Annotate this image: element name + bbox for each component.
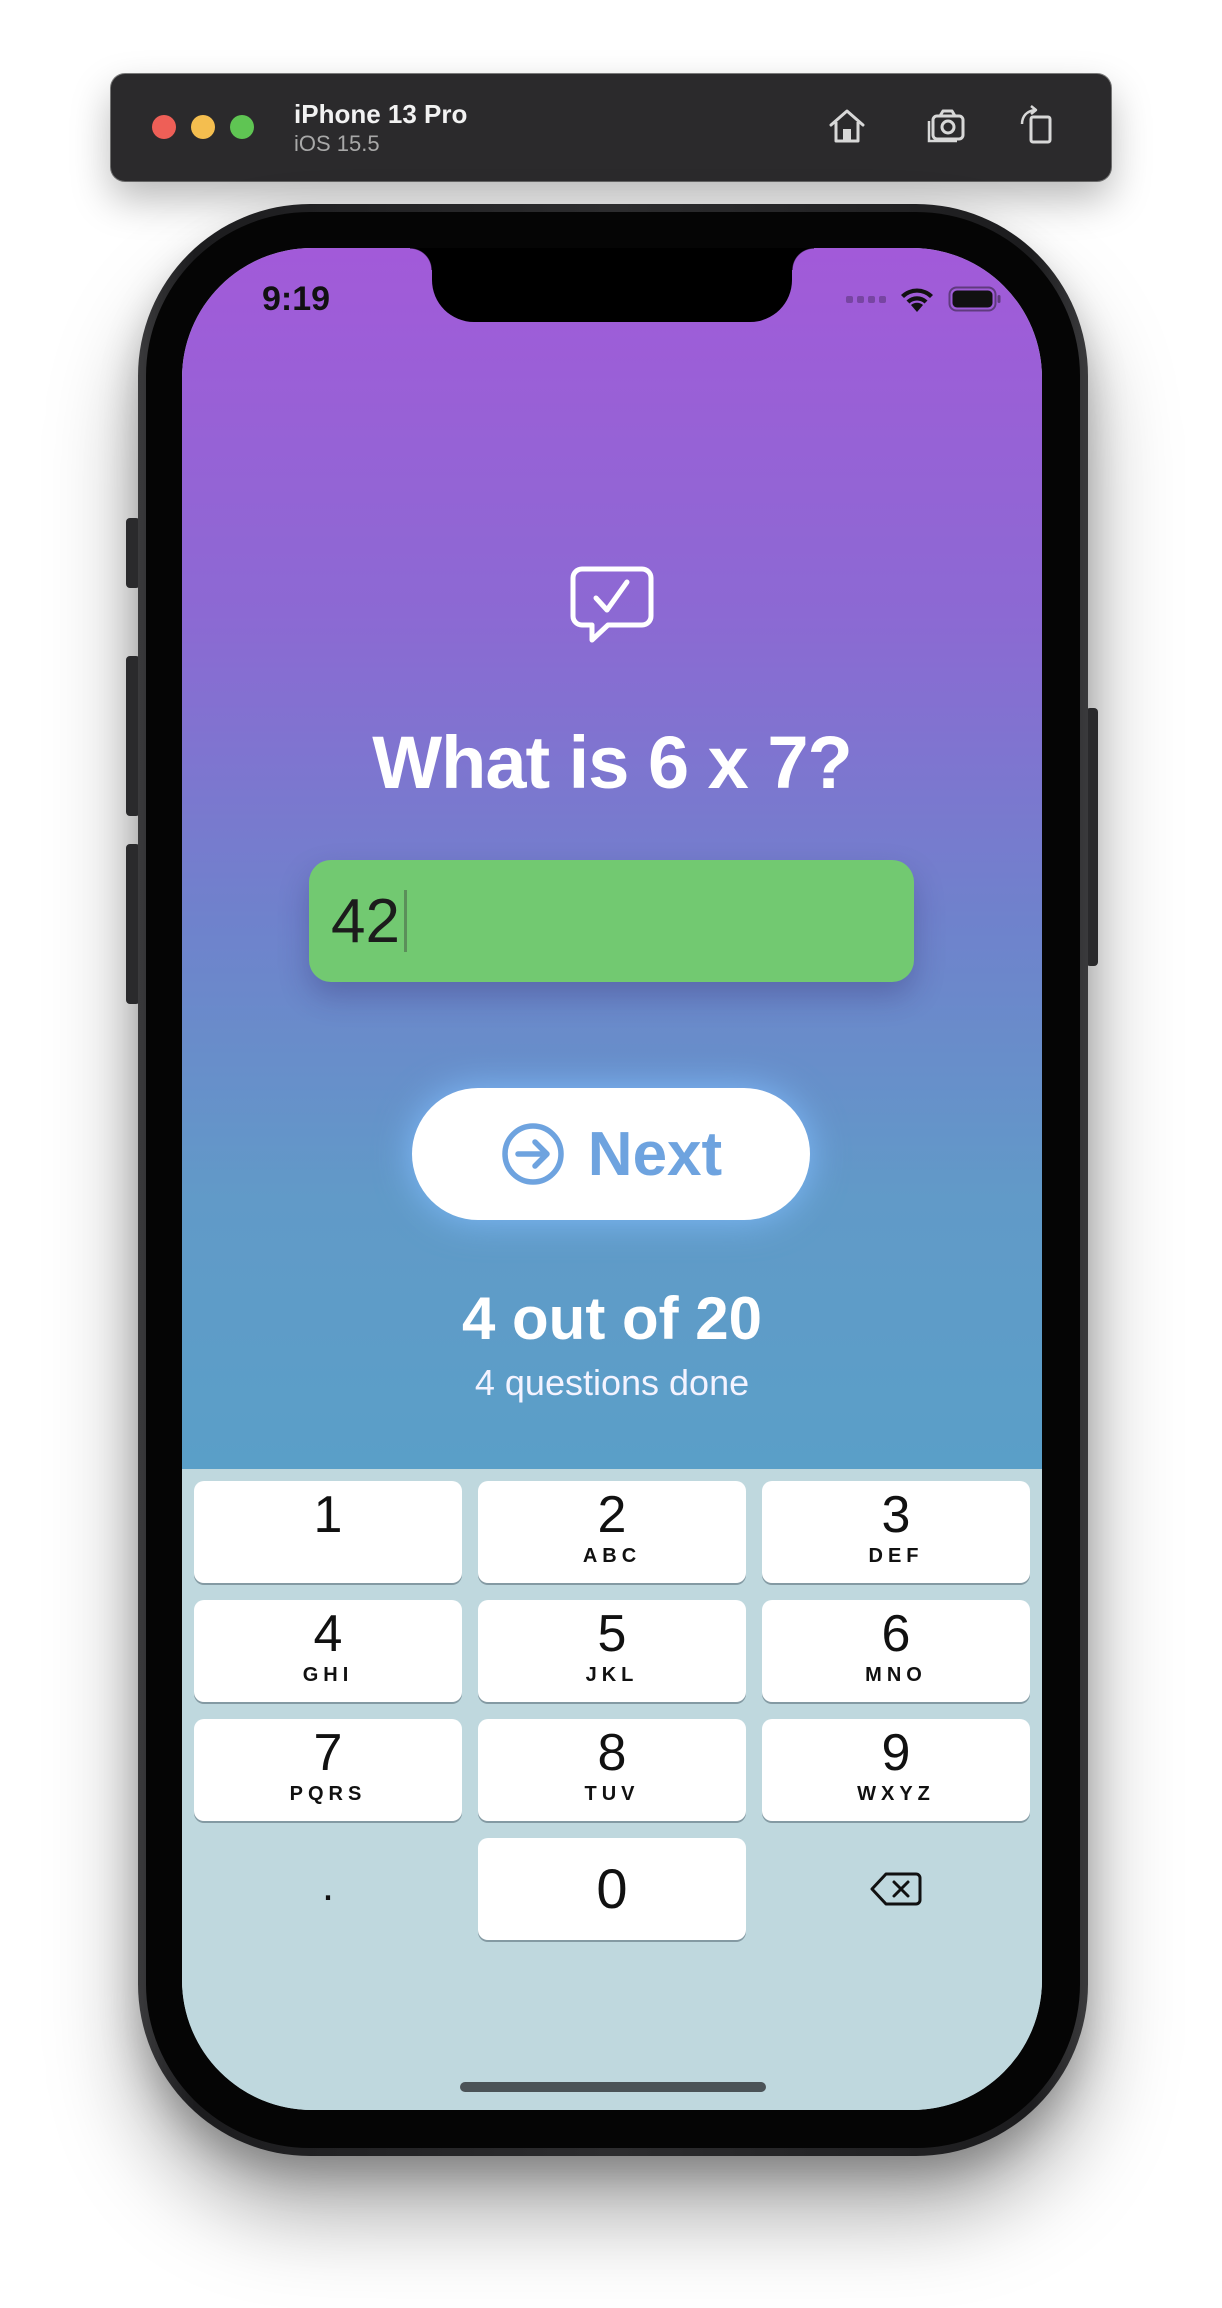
key-7[interactable]: 7 PQRS — [194, 1719, 462, 1821]
notch — [410, 248, 814, 322]
rotate-icon — [1020, 105, 1052, 144]
key-digit: 3 — [881, 1486, 911, 1544]
screenshot-icon — [927, 109, 965, 143]
key-digit: 0 — [596, 1857, 628, 1920]
key-5[interactable]: 5 JKL — [478, 1600, 746, 1702]
question-title: What is 6 x 7? — [372, 721, 852, 804]
screenshot-button[interactable] — [923, 102, 971, 150]
key-0[interactable]: 0 — [478, 1838, 746, 1940]
home-button[interactable] — [823, 102, 871, 150]
battery-icon — [948, 286, 1001, 312]
progress-subtitle: 4 questions done — [474, 1362, 750, 1403]
answer-value: 42 — [331, 886, 400, 956]
key-letters: GHI — [302, 1664, 354, 1686]
next-button[interactable]: Next — [412, 1088, 810, 1220]
key-letters: DEF — [868, 1545, 924, 1567]
simulator-titles: iPhone 13 Pro iOS 15.5 — [294, 98, 467, 158]
rotate-button[interactable] — [1014, 102, 1062, 150]
minimize-window-button[interactable] — [191, 115, 215, 139]
key-letters: PQRS — [289, 1783, 367, 1805]
wifi-icon — [901, 288, 933, 312]
text-cursor — [403, 890, 407, 952]
quiz-view: 9:19 What is 6 x 7? 42 Next 4 out of 20 … — [182, 248, 1042, 1469]
key-1[interactable]: 1 — [194, 1481, 462, 1583]
key-letters: WXYZ — [857, 1783, 935, 1805]
number-keypad: 1 2 ABC 3 DEF 4 GHI 5 JKL 6 MNO 7 PQRS 8… — [182, 1469, 1042, 2110]
key-3[interactable]: 3 DEF — [762, 1481, 1030, 1583]
arrow-circle-right-icon — [502, 1123, 564, 1185]
phone-screen: 9:19 What is 6 x 7? 42 Next 4 out of 20 … — [182, 248, 1042, 2110]
simulator-window: iPhone 13 Pro iOS 15.5 9:19 What is 6 x … — [0, 0, 1222, 2308]
status-time: 9:19 — [262, 280, 331, 318]
key-letters: JKL — [585, 1664, 639, 1686]
key-letters: MNO — [865, 1664, 927, 1686]
zoom-window-button[interactable] — [230, 115, 254, 139]
close-window-button[interactable] — [152, 115, 176, 139]
signal-dots-icon — [846, 295, 886, 303]
key-9[interactable]: 9 WXYZ — [762, 1719, 1030, 1821]
key-delete[interactable] — [762, 1838, 1030, 1940]
key-letters: TUV — [584, 1783, 640, 1805]
key-digit: 1 — [313, 1486, 343, 1544]
os-version: iOS 15.5 — [294, 131, 380, 156]
key-digit: 8 — [597, 1724, 627, 1782]
device-name: iPhone 13 Pro — [294, 99, 468, 129]
key-digit: 9 — [881, 1724, 911, 1782]
next-button-label: Next — [587, 1119, 723, 1189]
home-icon — [829, 109, 865, 143]
key-digit: 6 — [881, 1605, 911, 1663]
key-4[interactable]: 4 GHI — [194, 1600, 462, 1702]
key-decimal[interactable]: . — [194, 1838, 462, 1940]
key-digit: 2 — [597, 1486, 627, 1544]
status-icons — [846, 284, 1002, 314]
key-digit: 5 — [597, 1605, 627, 1663]
progress-title: 4 out of 20 — [461, 1285, 763, 1352]
answer-input[interactable]: 42 — [309, 860, 914, 982]
delete-backspace-icon — [870, 1872, 922, 1906]
key-digit: 7 — [313, 1724, 343, 1782]
home-indicator — [460, 2082, 766, 2092]
key-8[interactable]: 8 TUV — [478, 1719, 746, 1821]
key-6[interactable]: 6 MNO — [762, 1600, 1030, 1702]
key-digit: 4 — [313, 1605, 343, 1663]
key-letters: ABC — [582, 1545, 642, 1567]
key-decimal-label: . — [321, 1861, 335, 1910]
key-2[interactable]: 2 ABC — [478, 1481, 746, 1583]
chat-checkmark-icon — [570, 566, 654, 643]
